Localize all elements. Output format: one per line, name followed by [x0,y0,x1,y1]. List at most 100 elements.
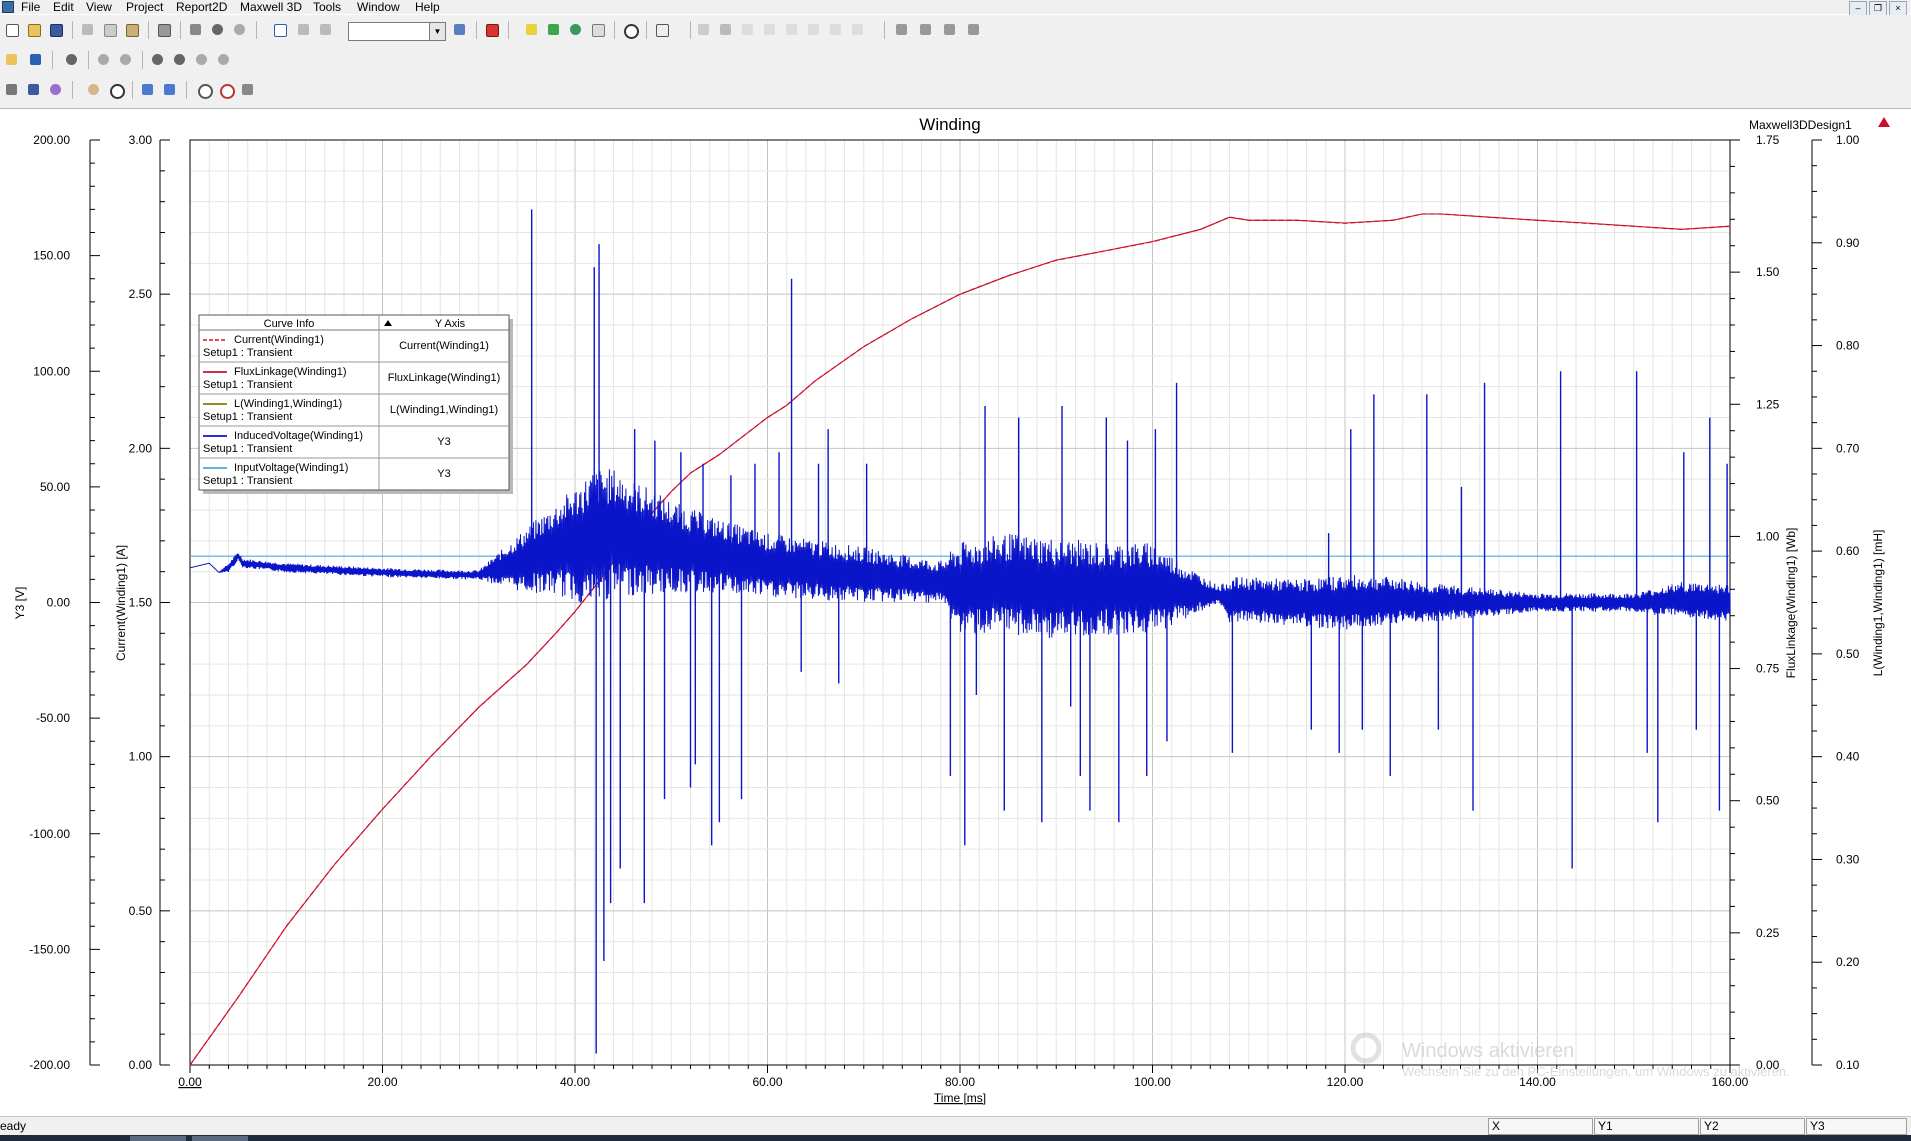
menu-file[interactable]: File [21,0,40,14]
flux-tick-label: 0.50 [1756,794,1780,808]
context-help-icon[interactable] [28,52,43,67]
app-icon[interactable] [2,1,14,13]
zoom-in-icon[interactable] [108,82,125,99]
previous-frame-icon[interactable] [918,22,933,37]
eye-icon[interactable] [64,52,79,67]
first-frame-icon[interactable] [894,22,909,37]
layout-icon-1[interactable] [4,82,19,97]
flux-tick-label: 0.25 [1756,926,1780,940]
help-icon[interactable] [4,52,19,67]
trace-icon-2[interactable] [718,22,733,37]
view-icon-1[interactable] [96,52,111,67]
current-tick-label: 0.00 [129,1058,153,1072]
taskbar-button-1[interactable] [130,1136,186,1141]
analyze-icon[interactable] [546,22,561,37]
x-tick-label: 40.00 [560,1075,590,1089]
results-icon[interactable] [568,22,583,37]
zoom-icon[interactable] [622,22,639,39]
view-icon-4[interactable] [172,52,187,67]
legend-entry-axis: Current(Winding1) [399,340,489,352]
window-icon[interactable] [654,22,669,37]
zoom-out-icon[interactable] [218,82,235,99]
select-mode-icon[interactable] [272,22,287,37]
x-tick-label: 80.00 [945,1075,975,1089]
trace-icon-1[interactable] [696,22,711,37]
inductance-tick-label: 0.50 [1836,647,1860,661]
open-folder-icon[interactable] [26,22,41,37]
restore-icon[interactable]: ❐ [1869,1,1887,16]
view-icon-6[interactable] [216,52,231,67]
x-tick-label: 60.00 [752,1075,782,1089]
undo-icon[interactable] [210,22,225,37]
field-overlay-icon[interactable] [590,22,605,37]
trace-icon-3[interactable] [740,22,755,37]
menu-bar: File Edit View Project Report2D Maxwell … [0,0,1911,16]
view-icon-5[interactable] [194,52,209,67]
legend-entry-setup: Setup1 : Transient [203,379,292,391]
layout-icon-2[interactable] [26,82,41,97]
y3-tick-label: -150.00 [29,942,70,956]
next-frame-icon[interactable] [942,22,957,37]
zoom-window-icon[interactable] [196,82,213,99]
menu-help[interactable]: Help [415,0,440,14]
menu-window[interactable]: Window [357,0,400,14]
delete-icon[interactable] [188,22,203,37]
legend-entry-name: Current(Winding1) [234,334,324,346]
trace-icon-8[interactable] [850,22,865,37]
chart-title: Winding [919,115,980,134]
paste-icon[interactable] [124,22,139,37]
trace-icon-5[interactable] [784,22,799,37]
taskbar-button-2[interactable] [192,1136,248,1141]
sweep-icon[interactable] [452,22,467,37]
last-frame-icon[interactable] [966,22,981,37]
copy-icon[interactable] [102,22,117,37]
menu-maxwell3d[interactable]: Maxwell 3D [240,0,302,14]
layout-icon-3[interactable] [48,82,63,97]
selection-combo[interactable]: ▼ [348,22,446,41]
fit-all-icon[interactable] [140,82,155,97]
legend-entry-name: InducedVoltage(Winding1) [234,430,363,442]
legend[interactable]: Curve Info Y Axis Current(Winding1)Setup… [198,314,513,494]
trace-icon-6[interactable] [806,22,821,37]
close-icon[interactable]: × [1889,1,1907,16]
view-icon-2[interactable] [118,52,133,67]
trace-icon-4[interactable] [762,22,777,37]
y3-tick-label: 200.00 [33,133,70,147]
menu-view[interactable]: View [86,0,112,14]
chevron-down-icon[interactable]: ▼ [429,23,445,40]
pan-icon[interactable] [86,82,101,97]
report-icon[interactable] [484,22,499,37]
trace-icon-7[interactable] [828,22,843,37]
y3-tick-label: -100.00 [29,827,70,841]
y3-tick-label: -200.00 [29,1058,70,1072]
new-file-icon[interactable] [4,22,19,37]
current-tick-label: 2.00 [129,441,153,455]
inductance-axis-label: L(Winding1,Winding1) [mH] [1871,530,1885,677]
redo-icon[interactable] [232,22,247,37]
menu-tools[interactable]: Tools [313,0,341,14]
menu-project[interactable]: Project [126,0,163,14]
cut-icon[interactable] [80,22,95,37]
taskbar [0,1135,1911,1141]
legend-entry-axis: Y3 [437,436,450,448]
view-icon-3[interactable] [150,52,165,67]
inductance-tick-label: 0.10 [1836,1058,1860,1072]
y3-tick-label: 100.00 [33,364,70,378]
legend-entry-setup: Setup1 : Transient [203,347,292,359]
move-down-icon[interactable] [318,22,333,37]
minimize-icon[interactable]: – [1849,1,1867,16]
save-icon[interactable] [48,22,63,37]
axis-icon[interactable] [240,82,255,97]
print-icon[interactable] [156,22,171,37]
x-tick-label: 0.00 [178,1075,202,1089]
x-axis-label: Time [ms] [934,1091,986,1105]
validate-icon[interactable] [524,22,539,37]
fit-selection-icon[interactable] [162,82,177,97]
menu-report2d[interactable]: Report2D [176,0,227,14]
move-up-icon[interactable] [296,22,311,37]
status-cell-y1: Y1 [1594,1118,1699,1135]
menu-edit[interactable]: Edit [53,0,74,14]
flux-axis-label: FluxLinkage(Winding1) [Wb] [1784,528,1798,679]
legend-entry-name: FluxLinkage(Winding1) [234,366,347,378]
flux-tick-label: 1.00 [1756,529,1780,543]
